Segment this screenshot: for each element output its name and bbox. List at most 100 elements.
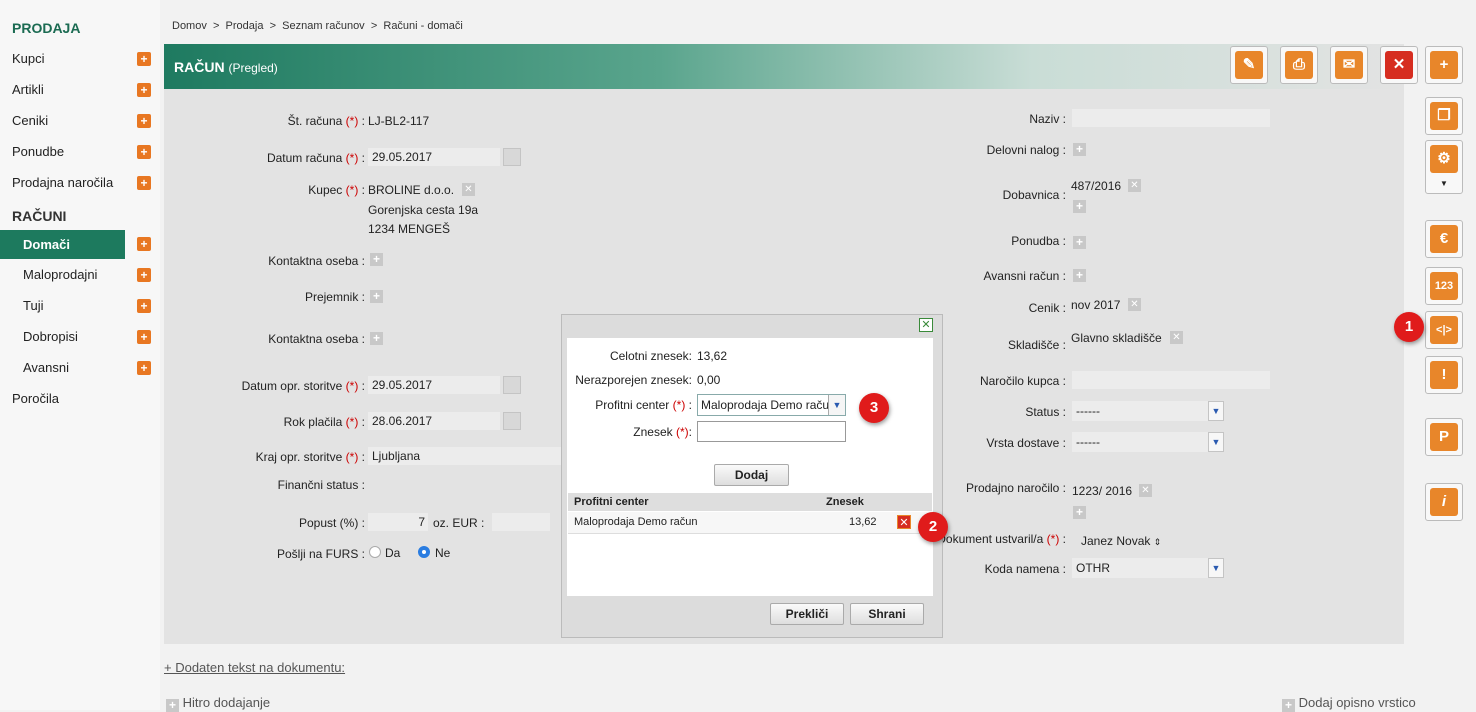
popust-label: Popust (%) : [298, 516, 365, 530]
delete-row-icon[interactable]: ✕ [897, 515, 911, 529]
cancel-button[interactable]: Prekliči [770, 603, 844, 625]
oz-eur-label: oz. EUR : [433, 516, 485, 530]
dodaj-button[interactable]: Dodaj [714, 464, 789, 486]
popust-field[interactable]: 7 [368, 513, 428, 531]
status-select[interactable]: ------ ▼ [1072, 401, 1224, 421]
sidebar-item-avansni[interactable]: Avansni + [0, 355, 160, 381]
remove-icon[interactable]: ✕ [1128, 298, 1141, 311]
rok-placila-field[interactable]: 28.06.2017 [368, 412, 500, 430]
remove-icon[interactable]: ✕ [462, 183, 475, 196]
add-icon[interactable]: + [1073, 143, 1086, 156]
ustvaril-select[interactable]: Janez Novak ⇕ [1081, 534, 1161, 548]
warning-icon: ! [1430, 361, 1458, 389]
stepper-icon: ⇕ [1153, 537, 1162, 547]
add-icon[interactable]: + [1073, 506, 1086, 519]
euro-button[interactable]: € [1425, 220, 1463, 258]
plus-icon[interactable]: + [137, 83, 151, 97]
sidebar-item-dobropisi[interactable]: Dobropisi + [0, 324, 160, 350]
mail-button[interactable]: ✉ [1330, 46, 1368, 84]
prodajno-narocilo-value: 1223/ 2016 [1072, 484, 1133, 498]
save-button[interactable]: Shrani [850, 603, 924, 625]
znesek-input[interactable] [697, 421, 846, 442]
sidebar-item-tuji[interactable]: Tuji + [0, 293, 160, 319]
ponudba-label: Ponudba : [1011, 234, 1066, 248]
calendar-icon[interactable] [503, 148, 521, 166]
sidebar-item-prodajna-narocila[interactable]: Prodajna naročila + [0, 170, 160, 196]
plus-icon[interactable]: + [137, 114, 151, 128]
sidebar-item-domaci[interactable]: Domači [0, 230, 125, 259]
plus-icon[interactable]: + [137, 145, 151, 159]
profitni-center-label: Profitni center (*) : [595, 398, 692, 412]
plus-icon[interactable]: + [137, 52, 151, 66]
remove-icon[interactable]: ✕ [1170, 331, 1183, 344]
sidebar-item-kupci[interactable]: Kupci + [0, 46, 160, 72]
calendar-icon[interactable] [503, 376, 521, 394]
add-icon[interactable]: + [370, 290, 383, 303]
calendar-icon[interactable] [503, 412, 521, 430]
edit-button[interactable]: ✎ [1230, 46, 1268, 84]
settings-button[interactable]: ⚙ ▼ [1425, 140, 1463, 194]
remove-icon[interactable]: ✕ [1139, 484, 1152, 497]
add-icon[interactable]: + [1073, 236, 1086, 249]
dobavnica-label: Dobavnica : [1002, 188, 1066, 202]
p-button[interactable]: P [1425, 418, 1463, 456]
plus-icon[interactable]: + [137, 176, 151, 190]
numbers-button[interactable]: 123 [1425, 267, 1463, 305]
breadcrumb-seznam[interactable]: Seznam računov [282, 20, 365, 32]
warning-button[interactable]: ! [1425, 356, 1463, 394]
add-icon[interactable]: + [1073, 200, 1086, 213]
datum-opr-field[interactable]: 29.05.2017 [368, 376, 500, 394]
furs-da-radio[interactable] [369, 546, 381, 558]
add-icon[interactable]: + [1073, 269, 1086, 282]
title-mode: (Pregled) [228, 61, 278, 75]
print-button[interactable]: ⎙ [1280, 46, 1318, 84]
sidebar-item-ceniki[interactable]: Ceniki + [0, 108, 160, 134]
printer-icon: ⎙ [1285, 51, 1313, 79]
dodaj-opisno-vrstico-link[interactable]: + Dodaj opisno vrstico [1282, 695, 1416, 712]
vrsta-dostave-select[interactable]: ------ ▼ [1072, 432, 1224, 452]
split-button[interactable]: <|> [1425, 311, 1463, 349]
koda-namena-select[interactable]: OTHR ▼ [1072, 558, 1224, 578]
profitni-center-value: Maloprodaja Demo raču [701, 398, 830, 412]
copy-button[interactable]: ❐ [1425, 97, 1463, 135]
narocilo-kupca-field[interactable] [1072, 371, 1270, 389]
nerazporejen-label: Nerazporejen znesek: [575, 373, 692, 387]
sidebar-item-maloprodajni[interactable]: Maloprodajni + [0, 262, 160, 288]
datum-racuna-field[interactable]: 29.05.2017 [368, 148, 500, 166]
furs-ne-radio[interactable] [418, 546, 430, 558]
sidebar-item-porocila[interactable]: Poročila [0, 386, 160, 412]
sidebar-item-artikli[interactable]: Artikli + [0, 77, 160, 103]
sidebar: PRODAJA Kupci + Artikli + Ceniki + Ponudbe +… [0, 0, 160, 710]
add-button[interactable]: + [1425, 46, 1463, 84]
chevron-down-icon: ▼ [1208, 401, 1224, 421]
naziv-field[interactable] [1072, 109, 1270, 127]
eur-field[interactable] [492, 513, 550, 531]
delete-button[interactable]: ✕ [1380, 46, 1418, 84]
plus-icon[interactable]: + [137, 237, 151, 251]
sidebar-item-ponudbe[interactable]: Ponudbe + [0, 139, 160, 165]
plus-icon[interactable]: + [137, 361, 151, 375]
hitro-dodajanje-link[interactable]: + Hitro dodajanje [166, 695, 270, 712]
profitni-center-select[interactable]: Maloprodaja Demo raču ▼ [697, 394, 846, 416]
breadcrumb-home[interactable]: Domov [172, 20, 207, 32]
rok-placila-label: Rok plačila (*) : [283, 415, 365, 429]
add-icon[interactable]: + [370, 332, 383, 345]
cenik-value: nov 2017 [1071, 298, 1121, 312]
page-header: RAČUN (Pregled) [164, 44, 1404, 89]
kraj-field[interactable]: Ljubljana [368, 447, 563, 465]
sidebar-item-label: Maloprodajni [23, 267, 98, 282]
breadcrumb-prodaja[interactable]: Prodaja [226, 20, 264, 32]
nerazporejen-value: 0,00 [697, 373, 721, 387]
st-racuna-value: LJ-BL2-117 [368, 114, 430, 128]
plus-icon[interactable]: + [137, 330, 151, 344]
add-icon[interactable]: + [370, 253, 383, 266]
datum-racuna-label: Datum računa (*) : [266, 151, 365, 165]
plus-icon[interactable]: + [137, 268, 151, 282]
remove-icon[interactable]: ✕ [1128, 179, 1141, 192]
plus-icon[interactable]: + [137, 299, 151, 313]
dodaten-tekst-link[interactable]: + Dodaten tekst na dokumentu: [164, 660, 345, 675]
close-icon[interactable]: ✕ [919, 318, 933, 332]
step-badge-3: 3 [859, 393, 889, 423]
info-button[interactable]: i [1425, 483, 1463, 521]
sidebar-item-label: Tuji [23, 298, 44, 313]
